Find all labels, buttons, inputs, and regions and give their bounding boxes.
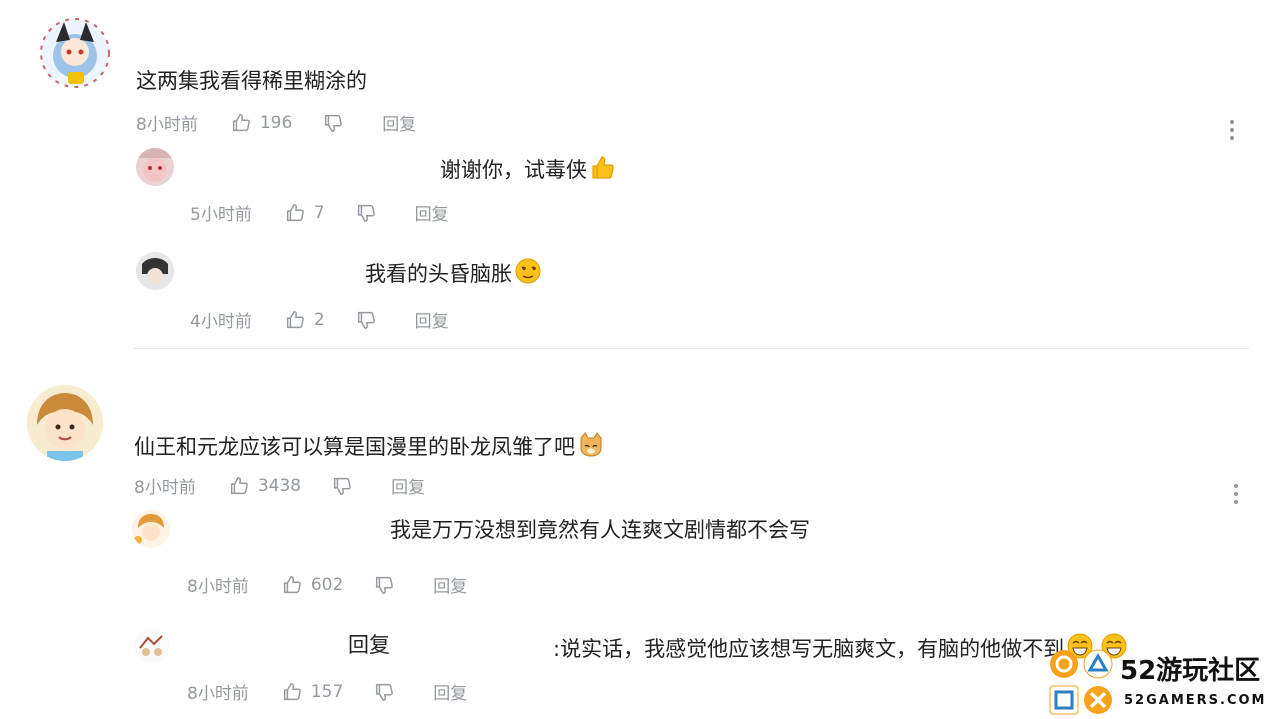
reply-avatar[interactable]	[132, 510, 170, 548]
watermark-brand: 52游玩社区	[1120, 656, 1261, 686]
thumbs-up-icon	[283, 575, 301, 593]
like-button[interactable]: 3438	[228, 475, 301, 497]
dizzy-face-emoji	[515, 258, 541, 284]
thumbs-up-emoji	[592, 156, 614, 179]
reply-button[interactable]: 回复	[382, 110, 416, 135]
thumbs-up-icon	[286, 310, 304, 328]
reply-meta: 8小时前 602 回复	[187, 572, 467, 598]
like-button[interactable]: 7	[284, 202, 325, 224]
reply-time: 4小时前	[190, 312, 252, 332]
reply-text: 我看的头昏脑胀	[365, 257, 542, 287]
thumbs-down-icon	[376, 576, 394, 594]
thumbs-down-icon	[325, 114, 343, 132]
comment-text: 仙王和元龙应该可以算是国漫里的卧龙凤雏了吧	[134, 430, 605, 460]
reply-button[interactable]: 回复	[415, 200, 449, 225]
reply-avatar[interactable]	[134, 628, 170, 664]
reply-button[interactable]: 回复	[415, 307, 449, 332]
reply-button[interactable]: 回复	[391, 473, 425, 498]
reply-meta: 8小时前 157 回复	[187, 679, 467, 705]
thumbs-up-icon	[286, 203, 304, 221]
comment-meta: 8小时前 196 回复	[136, 110, 416, 136]
thumbs-down-icon	[376, 683, 394, 701]
dislike-button[interactable]	[331, 475, 353, 497]
like-button[interactable]: 602	[281, 574, 343, 596]
reply-button[interactable]: 回复	[433, 572, 467, 597]
like-count: 157	[310, 681, 344, 702]
thumbs-up-icon	[230, 476, 248, 494]
like-count: 602	[310, 574, 344, 595]
like-count: 196	[259, 112, 293, 133]
reply-prefix: 回复	[348, 633, 390, 657]
like-button[interactable]: 2	[284, 309, 325, 331]
like-count: 3438	[257, 475, 302, 496]
comment-meta: 8小时前 3438 回复	[134, 473, 425, 499]
reply-time: 8小时前	[187, 684, 249, 704]
dislike-button[interactable]	[355, 202, 377, 224]
like-count: 7	[313, 202, 325, 223]
reply-button[interactable]: 回复	[433, 679, 467, 704]
dislike-button[interactable]	[322, 112, 344, 134]
reply-avatar[interactable]	[136, 148, 174, 186]
dislike-button[interactable]	[373, 574, 395, 596]
dislike-button[interactable]	[373, 681, 395, 703]
dislike-button[interactable]	[355, 309, 377, 331]
thumbs-down-icon	[357, 204, 375, 222]
divider	[134, 348, 1249, 349]
reply-time: 5小时前	[190, 205, 252, 225]
comment-time: 8小时前	[136, 115, 198, 135]
reply-meta: 4小时前 2 回复	[190, 307, 449, 333]
reply-text: :说实话，我感觉他应该想写无脑爽文，有脑的他做不到	[553, 632, 1128, 662]
thumbs-up-icon	[232, 113, 250, 131]
like-count: 2	[313, 309, 325, 330]
reply-text: 我是万万没想到竟然有人连爽文剧情都不会写	[390, 518, 810, 542]
thumbs-up-icon	[283, 682, 301, 700]
like-button[interactable]: 157	[281, 681, 343, 703]
thumbs-down-icon	[357, 311, 375, 329]
reply-text: 谢谢你，试毒侠	[440, 153, 617, 183]
thumbs-down-icon	[334, 477, 351, 495]
more-options-icon[interactable]	[1232, 484, 1240, 508]
reply-text: 回复	[348, 632, 390, 658]
watermark-url: 52GAMERS.COM	[1124, 693, 1265, 708]
user-avatar[interactable]	[34, 12, 116, 94]
comment-time: 8小时前	[134, 478, 196, 498]
reply-time: 8小时前	[187, 577, 249, 597]
like-button[interactable]: 196	[230, 112, 292, 134]
user-avatar[interactable]	[27, 385, 103, 461]
comment-text: 这两集我看得稀里糊涂的	[136, 69, 367, 93]
gamepad-symbols-logo	[1049, 649, 1113, 715]
reply-avatar[interactable]	[136, 252, 174, 290]
more-options-icon[interactable]	[1228, 120, 1236, 144]
reply-meta: 5小时前 7 回复	[190, 200, 449, 226]
doge-emoji	[580, 432, 602, 457]
